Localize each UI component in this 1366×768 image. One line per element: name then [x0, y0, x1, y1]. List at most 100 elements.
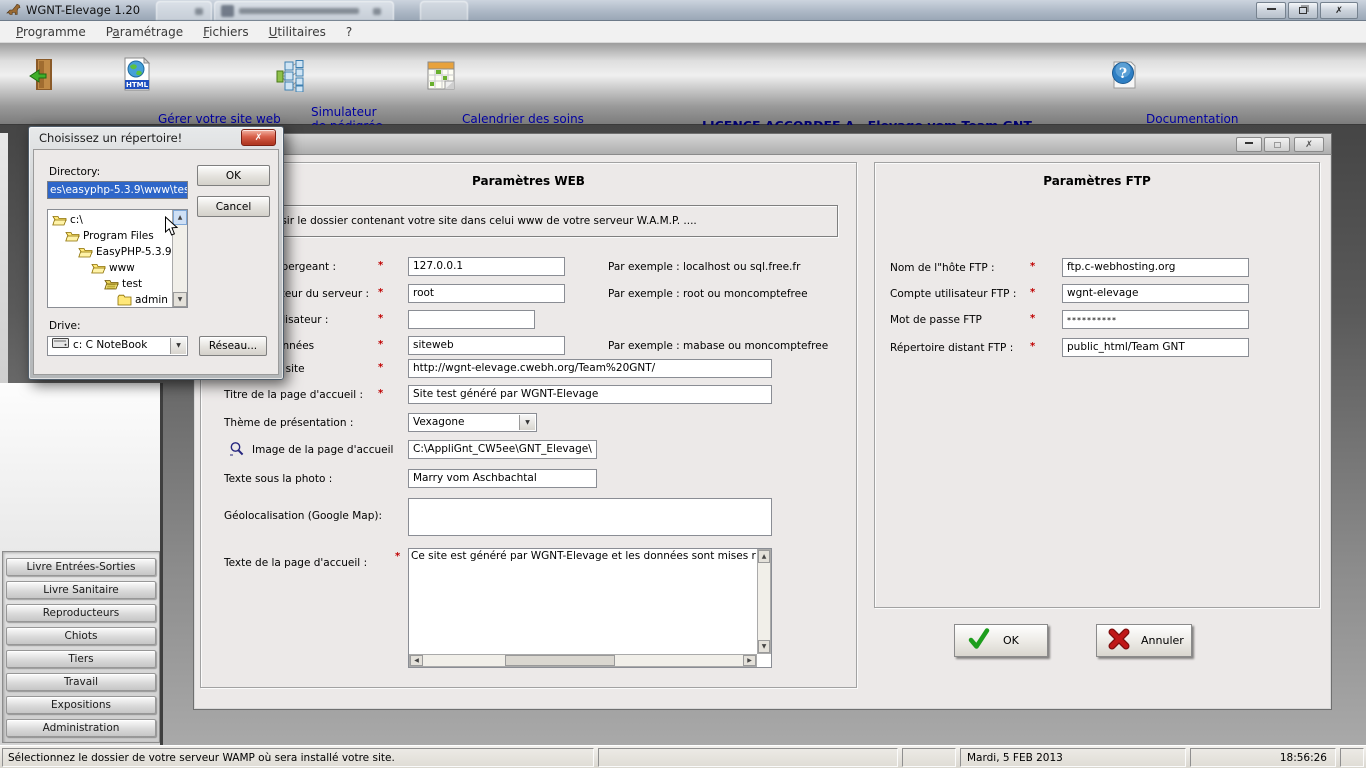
directory-input[interactable]: es\easyphp-5.3.9\www\test [47, 181, 188, 199]
tree-item[interactable]: test [104, 276, 142, 292]
scroll-down-icon[interactable]: ▼ [173, 292, 187, 307]
menu-programme[interactable]: Programme [6, 21, 96, 43]
home-text-area[interactable]: Ce site est généré par WGNT-Elevage et l… [408, 548, 772, 668]
sidebar-item-tiers[interactable]: Tiers [6, 650, 156, 668]
chevron-down-icon[interactable]: ▼ [170, 338, 186, 354]
exit-door-icon[interactable] [28, 57, 56, 97]
home-image-field[interactable]: C:\AppliGnt_CW5ee\GNT_Elevage\ [408, 440, 597, 459]
mouse-cursor [164, 216, 179, 241]
ftp-remote-dir-field[interactable]: public_html/Team GNT [1062, 338, 1249, 357]
choose-wamp-folder-button[interactable]: Choisir le dossier contenant votre site … [209, 205, 838, 237]
ftp-host-field[interactable]: ftp.c-webhosting.org [1062, 258, 1249, 277]
vertical-scrollbar[interactable]: ▲ ▼ [757, 549, 771, 654]
ftp-title: Paramètres FTP [874, 174, 1320, 188]
ok-button[interactable]: OK [954, 624, 1048, 657]
menu-parametrage[interactable]: Paramétrage [96, 21, 193, 43]
required-star: * [1030, 341, 1035, 352]
photo-caption-field[interactable]: Marry vom Aschbachtal [408, 469, 597, 488]
tree-item[interactable]: EasyPHP-5.3.9 [78, 244, 172, 260]
drive-select[interactable]: c: C NoteBook ▼ [47, 336, 188, 356]
required-star: * [378, 362, 383, 373]
background-tab [214, 1, 394, 20]
scroll-up-icon[interactable]: ▲ [758, 550, 770, 563]
tree-item[interactable]: admin [117, 292, 168, 308]
calendar-icon[interactable] [427, 59, 456, 95]
sidebar-item-reproducteurs[interactable]: Reproducteurs [6, 604, 156, 622]
ftp-account-field[interactable]: wgnt-elevage [1062, 284, 1249, 303]
window-title: WGNT-Elevage 1.20 [26, 3, 140, 17]
dialog-cancel-button[interactable]: Cancel [197, 196, 270, 217]
manage-site-label[interactable]: Gérer votre site web [158, 112, 281, 126]
status-segment [598, 748, 898, 767]
cancel-button[interactable]: Annuler [1096, 624, 1192, 657]
home-title-field[interactable]: Site test généré par WGNT-Elevage [408, 385, 772, 404]
cancel-label: Annuler [1141, 634, 1184, 647]
inner-minimize-button[interactable] [1236, 137, 1262, 152]
drive-label: Drive: [49, 320, 81, 332]
theme-select[interactable]: Vexagone ▼ [408, 413, 537, 432]
menu-help[interactable]: ? [336, 21, 362, 43]
restore-button[interactable] [1288, 2, 1318, 19]
sidebar [2, 551, 160, 743]
title-bar: WGNT-Elevage 1.20 ✗ [0, 0, 1366, 21]
close-button[interactable]: ✗ [1320, 2, 1358, 19]
documentation-label[interactable]: Documentation [1146, 112, 1239, 126]
host-server-field[interactable]: 127.0.0.1 [408, 257, 565, 276]
scroll-down-icon[interactable]: ▼ [758, 640, 770, 653]
background-tab [156, 1, 212, 20]
dialog-close-button[interactable]: ✗ [241, 129, 276, 146]
network-button[interactable]: Réseau... [199, 336, 267, 356]
menu-fichiers[interactable]: Fichiers [193, 21, 258, 43]
html-site-icon[interactable]: HTML [123, 57, 151, 95]
scroll-left-icon[interactable]: ◀ [410, 655, 423, 666]
required-star: * [378, 339, 383, 350]
horizontal-scrollbar[interactable]: ◀ ▶ [409, 654, 757, 667]
ftp-password-field[interactable]: ********** [1062, 310, 1249, 329]
folder-closed-icon [117, 294, 132, 306]
database-field[interactable]: siteweb [408, 336, 565, 355]
sidebar-item-administration[interactable]: Administration [6, 719, 156, 737]
magnifier-icon[interactable] [229, 441, 246, 462]
background-tab [420, 1, 468, 20]
inner-close-button[interactable]: ✗ [1294, 137, 1324, 152]
user-account-field[interactable] [408, 310, 535, 329]
svg-text:?: ? [1119, 66, 1127, 82]
pedigree-icon[interactable] [276, 60, 304, 96]
inner-maximize-button[interactable] [1264, 137, 1290, 152]
sidebar-item-expositions[interactable]: Expositions [6, 696, 156, 714]
status-segment [902, 748, 956, 767]
menu-utilitaires[interactable]: Utilitaires [259, 21, 336, 43]
sidebar-item-chiots[interactable]: Chiots [6, 627, 156, 645]
field-label: Image de la page d'accueil [252, 444, 393, 456]
chevron-down-icon[interactable]: ▼ [519, 415, 535, 430]
dialog-body: Directory: es\easyphp-5.3.9\www\test OK … [33, 149, 279, 375]
field-hint: Par exemple : mabase ou moncomptefree [608, 340, 828, 352]
required-star: * [378, 287, 383, 298]
ok-label: OK [1003, 634, 1019, 647]
field-hint: Par exemple : root ou moncomptefree [608, 288, 808, 300]
required-star: * [1030, 313, 1035, 324]
dialog-title: Choisissez un répertoire! [39, 131, 182, 145]
geolocation-field[interactable] [408, 498, 772, 536]
sidebar-item-livre-sanitaire[interactable]: Livre Sanitaire [6, 581, 156, 599]
ftp-groupbox [874, 162, 1320, 608]
dialog-ok-button[interactable]: OK [197, 165, 270, 186]
server-admin-field[interactable]: root [408, 284, 565, 303]
field-label: Géolocalisation (Google Map): [224, 510, 382, 522]
care-calendar-label[interactable]: Calendrier des soins [462, 112, 584, 126]
status-date: Mardi, 5 FEB 2013 [960, 748, 1186, 767]
tree-item[interactable]: Program Files [65, 228, 154, 244]
required-star: * [1030, 287, 1035, 298]
site-url-field[interactable]: http://wgnt-elevage.cwebh.org/Team%20GNT… [408, 359, 772, 378]
home-text-value: Ce site est généré par WGNT-Elevage et l… [411, 550, 756, 562]
directory-label: Directory: [49, 166, 100, 178]
sidebar-item-travail[interactable]: Travail [6, 673, 156, 691]
scroll-thumb[interactable] [505, 655, 615, 666]
scroll-right-icon[interactable]: ▶ [743, 655, 756, 666]
minimize-button[interactable] [1256, 2, 1286, 19]
tree-item[interactable]: c:\ [52, 212, 83, 228]
documentation-icon[interactable]: ? [1110, 60, 1138, 94]
sidebar-item-livre-entrees-sorties[interactable]: Livre Entrées-Sorties [6, 558, 156, 576]
tree-item[interactable]: www [91, 260, 135, 276]
cross-icon [1107, 627, 1131, 654]
